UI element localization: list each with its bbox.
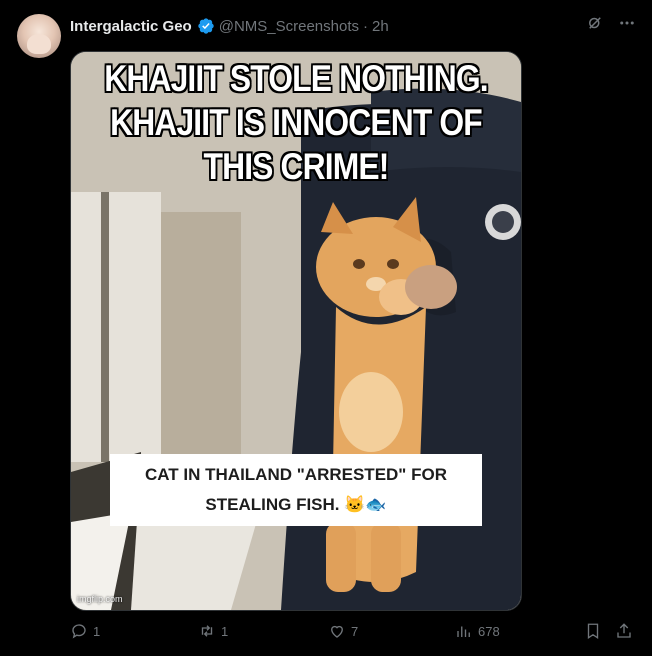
avatar[interactable] <box>17 14 61 58</box>
verified-badge-icon <box>198 18 214 34</box>
reply-icon <box>72 624 86 639</box>
more-options-icon[interactable] <box>618 14 636 32</box>
caption-line-1: CAT IN THAILAND "ARRESTED" FOR <box>145 465 447 484</box>
tweet-media-image[interactable]: KHAJIIT STOLE NOTHING. KHAJIIT IS INNOCE… <box>70 51 522 611</box>
repost-count: 1 <box>221 623 229 639</box>
like-button[interactable]: 7 <box>328 622 358 640</box>
grok-icon[interactable] <box>586 14 604 32</box>
tweet-header: Intergalactic Geo @NMS_Screenshots · 2h <box>70 15 389 37</box>
repost-icon <box>201 625 213 637</box>
separator: · <box>363 17 368 35</box>
view-count: 678 <box>478 623 500 639</box>
bookmark-button[interactable] <box>584 622 602 640</box>
reply-button[interactable]: 1 <box>70 622 100 640</box>
tweet-top-actions <box>586 14 636 32</box>
meme-top-text: KHAJIIT STOLE NOTHING. KHAJIIT IS INNOCE… <box>104 58 488 187</box>
share-button[interactable] <box>615 622 633 640</box>
meme-caption-box: CAT IN THAILAND "ARRESTED" FOR STEALING … <box>110 454 482 526</box>
heart-icon <box>331 625 343 638</box>
handle[interactable]: @NMS_Screenshots <box>219 18 359 35</box>
like-count: 7 <box>351 623 359 639</box>
caption-line-2: STEALING FISH. 🐱🐟 <box>205 495 387 514</box>
bookmark-icon <box>587 623 599 640</box>
display-name[interactable]: Intergalactic Geo <box>70 18 192 35</box>
timestamp[interactable]: 2h <box>372 18 389 35</box>
share-icon <box>617 623 631 638</box>
analytics-icon <box>457 626 470 637</box>
reply-count: 1 <box>93 623 101 639</box>
views-button[interactable]: 678 <box>455 622 500 640</box>
tweet-action-bar: 1 1 7 678 <box>70 620 636 648</box>
imgflip-watermark: imgflip.com <box>77 594 123 604</box>
repost-button[interactable]: 1 <box>198 622 228 640</box>
